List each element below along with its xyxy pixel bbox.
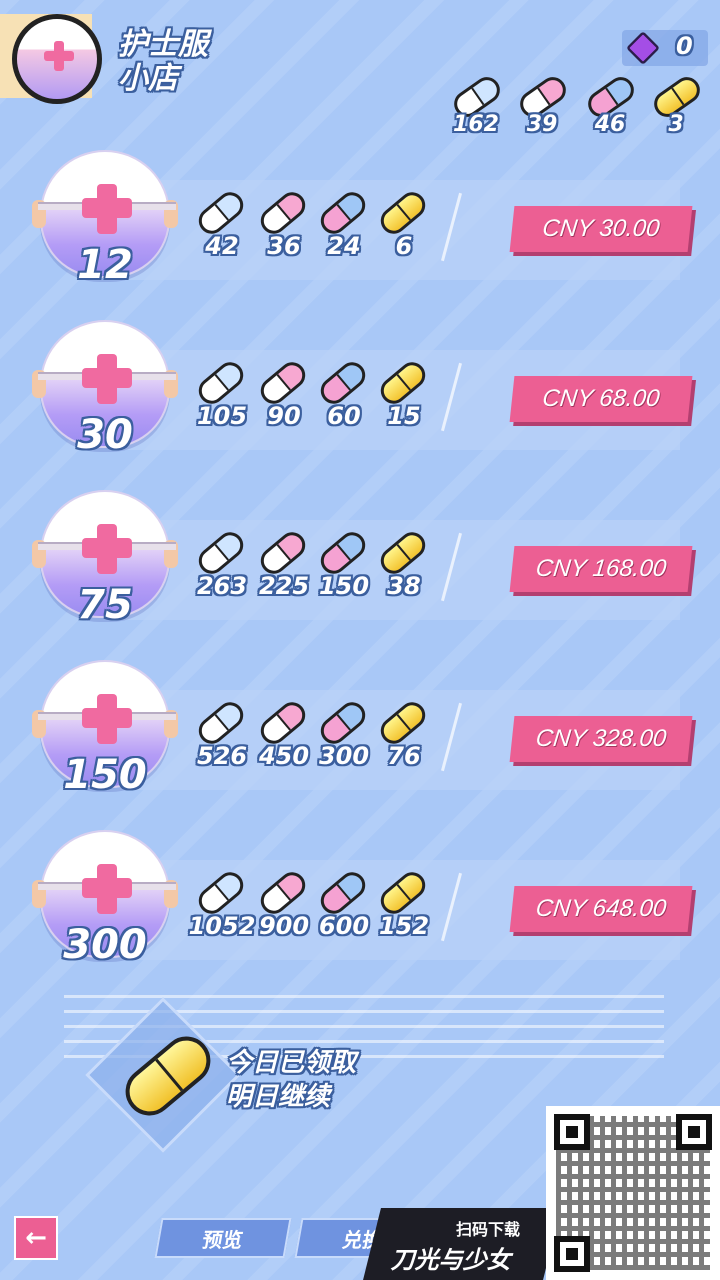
shop-title-line2: 小店: [118, 61, 178, 96]
shop-title-line1: 护士服: [118, 27, 208, 62]
price-label: CNY 68.00: [541, 385, 661, 412]
preview-label: 预览: [200, 1227, 245, 1252]
kit-count: 30: [77, 412, 133, 458]
pack-pill-white: 1052: [189, 866, 255, 944]
pack-pill-pink: 90: [254, 356, 314, 434]
total-white-count: 162: [453, 112, 499, 137]
gem-icon: [626, 31, 660, 65]
pack-pill-mix: 300: [314, 696, 374, 774]
pack-pill-pink: 900: [254, 866, 314, 944]
pack-row: 150 526 450 300 76 CNY 328.00: [0, 660, 720, 820]
promo-game-logo: 刀光与少女: [390, 1246, 511, 1274]
back-button[interactable]: ←: [14, 1216, 58, 1260]
nurse-shop-icon: [12, 14, 102, 104]
pill-count: 76: [387, 742, 421, 770]
price-label: CNY 168.00: [534, 555, 668, 582]
pack-row: 12 42 36 24 6 CNY 30.00: [0, 150, 720, 310]
pill-count: 38: [387, 572, 421, 600]
kit-count: 300: [63, 922, 147, 968]
buy-button[interactable]: CNY 30.00: [509, 206, 693, 252]
total-gold-pill: 3: [646, 72, 706, 140]
pack-pill-gold: 15: [374, 356, 434, 434]
pack-pill-gold: 38: [374, 526, 434, 604]
gem-count: 0: [676, 32, 693, 60]
pack-pill-white: 42: [192, 186, 252, 264]
pack-pill-white: 105: [192, 356, 252, 434]
kit-count: 150: [63, 752, 147, 798]
total-pink-pill: 39: [512, 72, 572, 140]
back-arrow-icon: ←: [25, 1223, 47, 1253]
kit-count: 12: [77, 242, 133, 288]
shop-title: 护士服 小店: [118, 28, 258, 96]
pack-pill-pink: 450: [254, 696, 314, 774]
daily-status: 今日已领取 明日继续: [226, 1046, 356, 1114]
buy-button[interactable]: CNY 168.00: [509, 546, 693, 592]
buy-button[interactable]: CNY 68.00: [509, 376, 693, 422]
pack-row: 75 263 225 150 38 CNY 168.00: [0, 490, 720, 650]
pack-pill-mix: 60: [314, 356, 374, 434]
pack-pill-gold: 76: [374, 696, 434, 774]
kit-count: 75: [77, 582, 133, 628]
pack-pill-white: 526: [192, 696, 252, 774]
pack-pill-white: 263: [192, 526, 252, 604]
daily-status-line2: 明日继续: [226, 1082, 331, 1112]
total-gold-count: 3: [668, 112, 684, 137]
price-label: CNY 328.00: [534, 725, 668, 752]
qr-code[interactable]: [546, 1106, 720, 1280]
promo-scan-text: 扫码下载: [455, 1220, 521, 1239]
total-mix-count: 46: [594, 112, 626, 137]
pack-pill-mix: 24: [314, 186, 374, 264]
pack-pill-pink: 225: [254, 526, 314, 604]
price-label: CNY 30.00: [541, 215, 661, 242]
total-pink-count: 39: [526, 112, 558, 137]
pack-row: 30 105 90 60 15 CNY 68.00: [0, 320, 720, 480]
pack-pill-mix: 600: [314, 866, 374, 944]
download-promo[interactable]: 扫码下载 刀光与少女: [363, 1208, 561, 1280]
pill-count: 6: [395, 232, 413, 260]
buy-button[interactable]: CNY 328.00: [509, 716, 693, 762]
preview-button[interactable]: 预览: [154, 1218, 292, 1258]
pack-pill-mix: 150: [314, 526, 374, 604]
pack-row: 300 1052 900 600 152 CNY 648.00: [0, 830, 720, 990]
pill-totals: 162 39 46 3: [442, 72, 712, 140]
price-label: CNY 648.00: [534, 895, 668, 922]
gem-currency: 0: [622, 30, 708, 66]
buy-button[interactable]: CNY 648.00: [509, 886, 693, 932]
pill-count: 152: [378, 912, 430, 940]
daily-status-line1: 今日已领取: [226, 1048, 357, 1078]
pack-pill-gold: 152: [374, 866, 434, 944]
total-mix-pill: 46: [580, 72, 640, 140]
pack-pill-gold: 6: [374, 186, 434, 264]
pack-pill-pink: 36: [254, 186, 314, 264]
pill-count: 15: [387, 402, 421, 430]
total-white-pill: 162: [446, 72, 506, 140]
